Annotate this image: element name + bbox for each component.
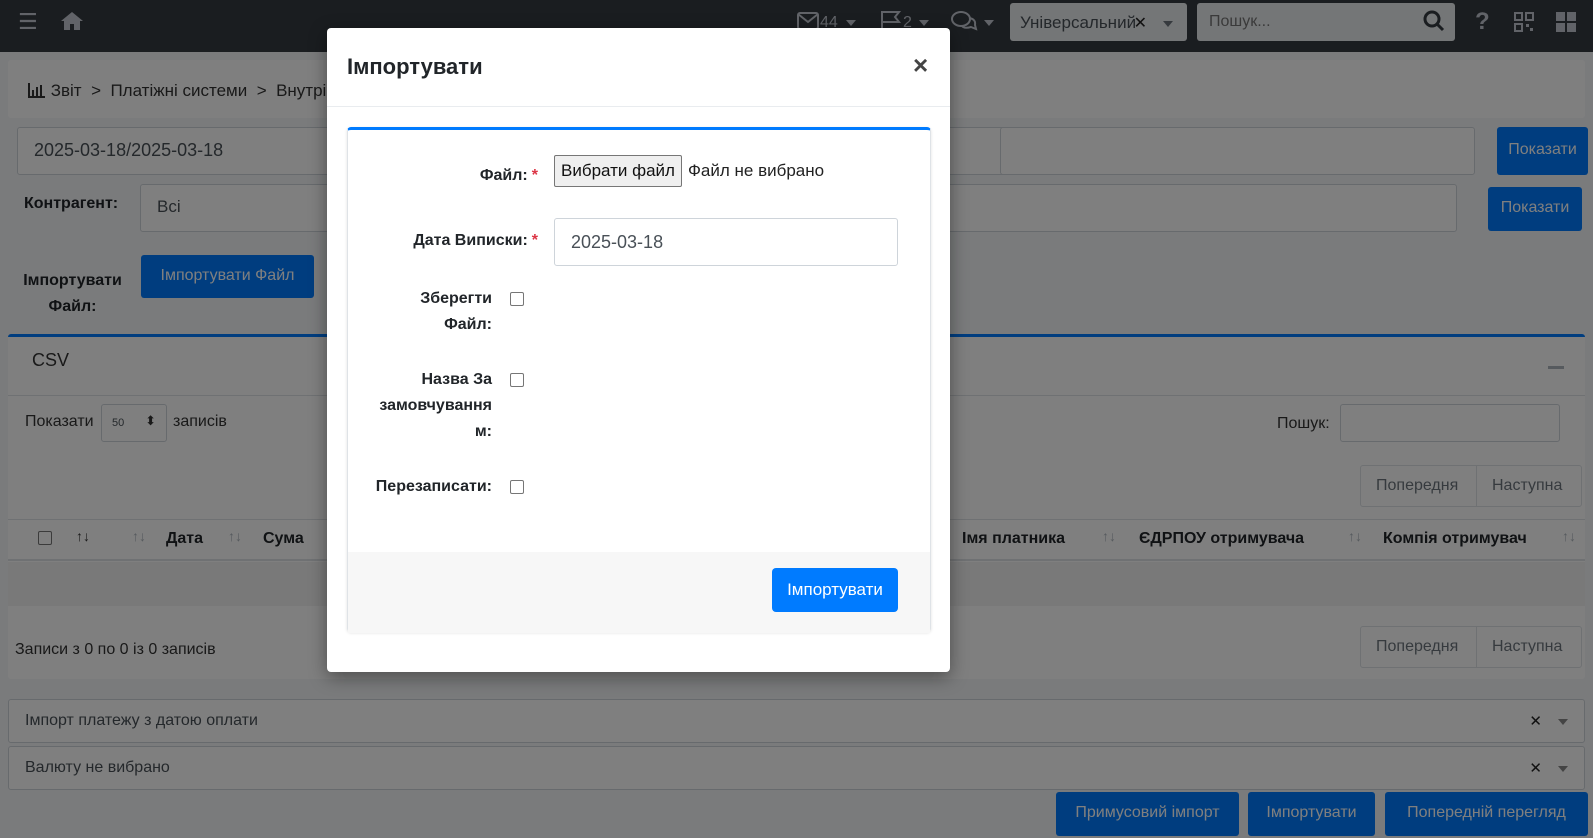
default-name-checkbox[interactable]	[510, 373, 524, 387]
overwrite-checkbox[interactable]	[510, 480, 524, 494]
import-modal: Імпортувати × Файл: * Вибрати файл Файл н…	[327, 28, 950, 672]
modal-title: Імпортувати	[347, 54, 483, 79]
submit-import-button[interactable]: Імпортувати	[772, 568, 898, 612]
form-footer: Імпортувати	[348, 552, 930, 633]
choose-file-button[interactable]: Вибрати файл	[554, 155, 682, 187]
default-name-label: Назва За замовчування м:	[379, 371, 492, 440]
overwrite-label: Перезаписати:	[375, 478, 492, 495]
save-file-label: Зберегти Файл:	[420, 290, 492, 333]
statement-date-input[interactable]: 2025-03-18	[554, 218, 898, 266]
statement-date-label: Дата Виписки: *	[413, 232, 538, 249]
required-mark: *	[531, 167, 538, 184]
file-status: Файл не вибрано	[688, 161, 825, 180]
file-label: Файл: *	[479, 167, 538, 184]
import-form-card: Файл: * Вибрати файл Файл не вибрано Дата…	[347, 127, 931, 633]
required-mark: *	[531, 232, 538, 249]
save-file-checkbox[interactable]	[510, 292, 524, 306]
close-icon[interactable]: ×	[913, 50, 928, 81]
